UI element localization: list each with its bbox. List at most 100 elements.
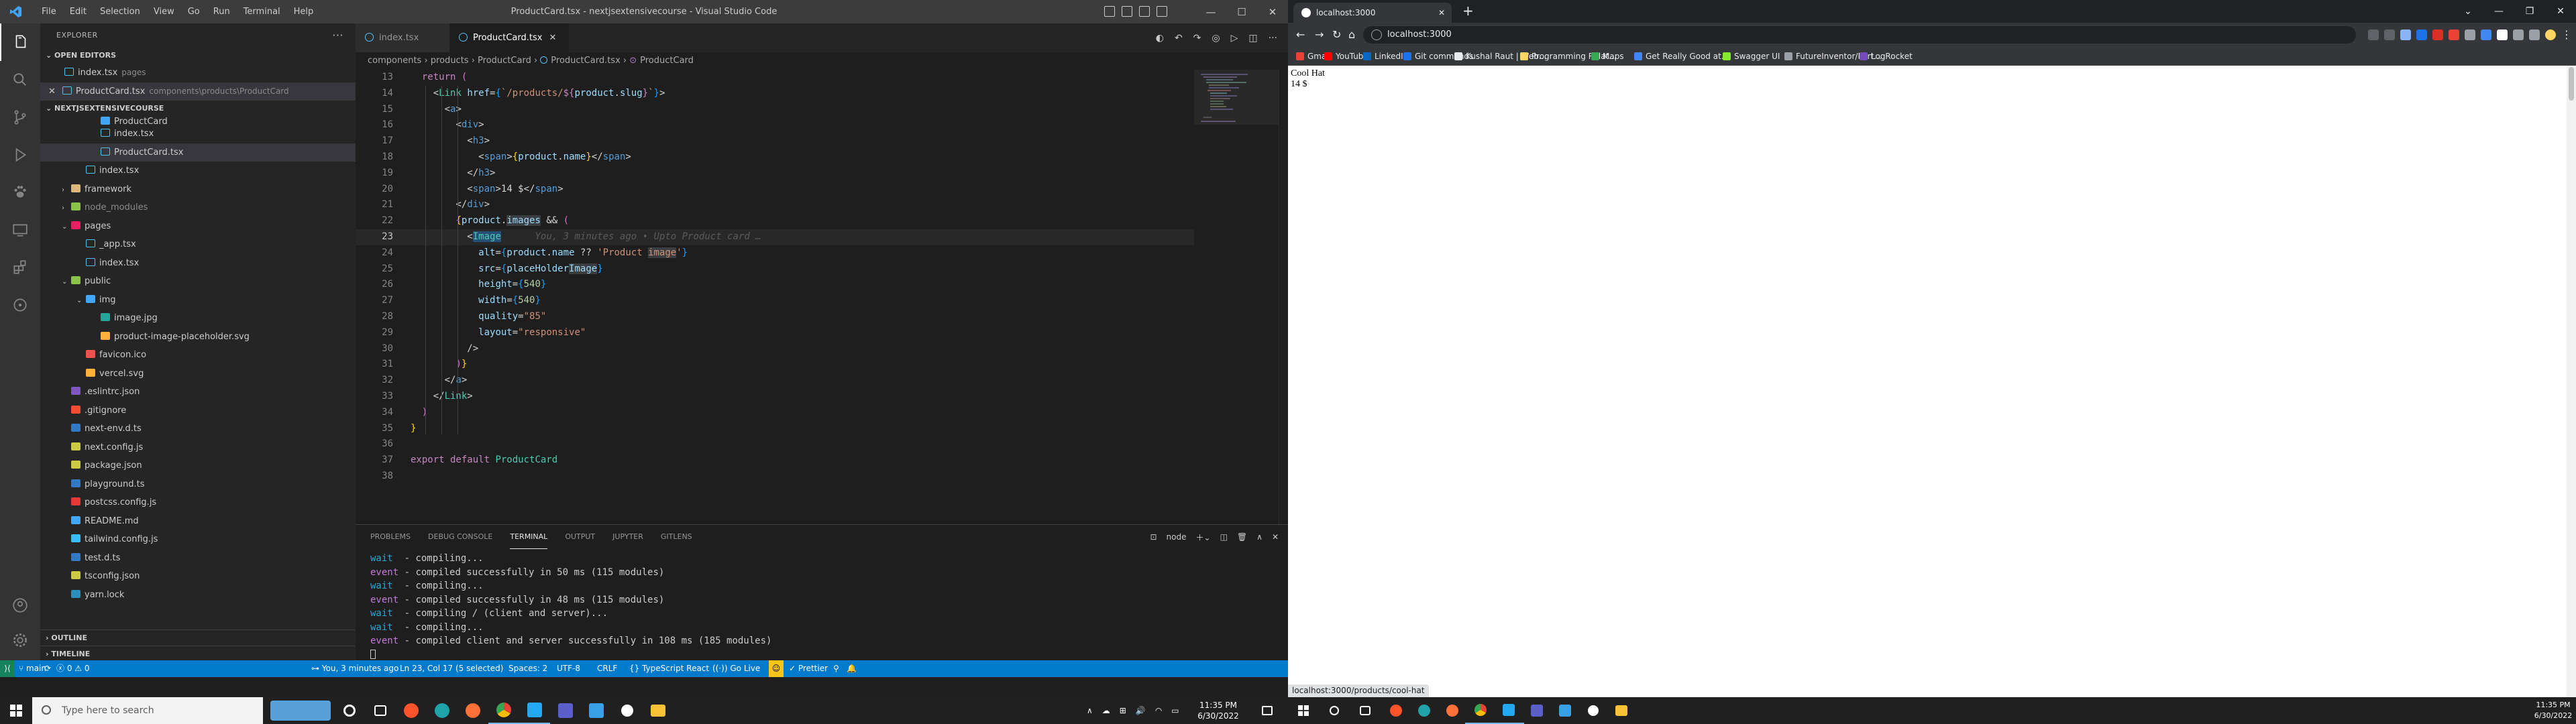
file-tree-item[interactable]: .gitignore (40, 402, 356, 420)
more-actions-icon[interactable]: ··· (1269, 33, 1277, 44)
edge-browser-icon[interactable] (1409, 697, 1440, 724)
chrome-icon[interactable] (488, 697, 519, 724)
file-tree-item[interactable]: README.md (40, 512, 356, 531)
git-blame-status[interactable]: ⊶ You, 3 minutes ago (311, 660, 398, 677)
teams-icon[interactable] (1521, 697, 1552, 724)
open-editor-item[interactable]: index.tsx pages (40, 64, 356, 82)
file-tree-item[interactable]: ProductCard.tsx (40, 143, 356, 162)
split-editor-icon[interactable]: ◫ (1248, 33, 1257, 44)
minimize-icon[interactable]: — (1195, 0, 1226, 23)
code-line[interactable]: 19 </h3> (356, 166, 1194, 182)
problems-status[interactable]: ⓧ 0 ⚠ 0 (56, 660, 90, 677)
file-tree-item[interactable]: package.json (40, 457, 356, 475)
back-icon[interactable]: ← (1296, 23, 1305, 47)
remote-icon[interactable]: ⟩⟨ (0, 660, 15, 677)
maximize-panel-icon[interactable]: ∧ (1256, 532, 1263, 542)
settings-gear-icon[interactable] (0, 621, 40, 659)
code-line[interactable]: 28 quality="85" (356, 309, 1194, 325)
tab-search-icon[interactable]: ⌄ (2453, 0, 2483, 23)
brave-browser-icon[interactable] (396, 697, 427, 724)
code-line[interactable]: 18 <span>{product.name}</span> (356, 149, 1194, 166)
search-highlight-image[interactable] (267, 697, 334, 724)
file-tree-item[interactable]: favicon.ico (40, 346, 356, 365)
task-view-icon[interactable] (1350, 697, 1381, 724)
windows-start-icon[interactable] (0, 697, 32, 724)
branch-status[interactable]: ⑂ main (19, 660, 46, 677)
file-tree-item[interactable]: yarn.lock (40, 586, 356, 605)
bookmark-star-icon[interactable] (2400, 29, 2411, 40)
close-icon[interactable]: ✕ (2545, 0, 2576, 23)
extension-3-icon[interactable] (2449, 29, 2459, 40)
profile-avatar[interactable] (2545, 29, 2556, 40)
terminal-output[interactable]: wait - compiling... event - compiled succ… (370, 552, 771, 662)
code-line[interactable]: 27 width={540} (356, 293, 1194, 309)
code-line[interactable]: 20 <span>14 $</span> (356, 182, 1194, 198)
minimap[interactable] (1194, 70, 1279, 524)
extension-6-icon[interactable] (2497, 29, 2508, 40)
toggle-sidebar-icon[interactable] (1104, 6, 1115, 17)
outline-header[interactable]: › OUTLINE (40, 630, 356, 646)
paw-extension-icon[interactable] (0, 174, 40, 211)
file-tree-item[interactable]: tailwind.config.js (40, 530, 356, 549)
prettier-status[interactable]: ✓ Prettier (789, 660, 828, 677)
code-line[interactable]: 26 height={540} (356, 277, 1194, 293)
bookmark-item[interactable]: Maps (1591, 47, 1624, 66)
onedrive-icon[interactable]: ☁ (1102, 697, 1110, 724)
forward-icon[interactable]: → (1315, 23, 1324, 47)
code-line[interactable]: 29 layout="responsive" (356, 325, 1194, 341)
explorer-icon[interactable] (0, 23, 40, 61)
volume-icon[interactable]: 🔊 (1136, 697, 1146, 724)
code-line[interactable]: 16 <div> (356, 117, 1194, 133)
menu-item-selection[interactable]: Selection (93, 7, 147, 17)
extension-1-icon[interactable] (2416, 29, 2427, 40)
previous-change-icon[interactable]: ↶ (1175, 33, 1183, 44)
settings-gear-icon[interactable] (1578, 697, 1609, 724)
line-ending[interactable]: CRLF (597, 660, 617, 677)
bookmark-item[interactable]: LinkedIn (1363, 47, 1408, 66)
product-name-link[interactable]: Cool Hat (1291, 68, 1325, 79)
toggle-panel-icon[interactable] (1122, 6, 1132, 17)
go-live-button[interactable]: ((·)) Go Live (712, 660, 760, 677)
outline-section[interactable]: › OUTLINE (40, 629, 356, 646)
compare-changes-icon[interactable]: ◐ (1156, 33, 1164, 44)
file-explorer-icon[interactable] (1606, 697, 1637, 724)
vscode-taskbar-icon[interactable] (519, 697, 550, 724)
file-tree-item[interactable]: vercel.svg (40, 365, 356, 383)
run-debug-icon[interactable] (0, 136, 40, 174)
more-actions-icon[interactable]: ··· (332, 23, 343, 48)
site-info-icon[interactable] (1371, 29, 1382, 40)
close-icon[interactable]: ✕ (1257, 0, 1288, 23)
remote-explorer-icon[interactable] (0, 211, 40, 249)
code-line[interactable]: 25 src={placeHolderImage} (356, 261, 1194, 278)
code-line[interactable]: 35} (356, 421, 1194, 437)
vscode-insiders-icon[interactable] (581, 697, 612, 724)
code-line[interactable]: 23 <Image You, 3 minutes ago • Upto Prod… (356, 229, 1194, 245)
close-panel-icon[interactable]: ✕ (1272, 532, 1279, 542)
task-view-icon[interactable] (365, 697, 396, 724)
code-line[interactable]: 36 (356, 436, 1194, 452)
tab-gitlens[interactable]: GITLENS (661, 525, 692, 549)
file-tree-item[interactable]: ⌄ img (40, 291, 356, 310)
breadcrumb-item[interactable]: ProductCard (640, 56, 694, 66)
source-control-icon[interactable] (0, 99, 40, 136)
copilot-icon[interactable]: ☺ (769, 660, 784, 677)
share-icon[interactable] (2384, 29, 2395, 40)
restore-icon[interactable]: ❐ (2514, 0, 2545, 23)
menu-item-run[interactable]: Run (207, 7, 237, 17)
code-line[interactable]: 32 </a> (356, 373, 1194, 389)
next-change-icon[interactable]: ↷ (1193, 33, 1201, 44)
file-tree-item[interactable]: next-env.d.ts (40, 420, 356, 438)
file-tree-item[interactable]: test.d.ts (40, 549, 356, 568)
file-tree-item[interactable]: index.tsx (40, 125, 356, 143)
code-line[interactable]: 14 <Link href={`/products/${product.slug… (356, 86, 1194, 102)
terminal-cursor[interactable] (370, 648, 771, 662)
minimize-icon[interactable]: — (2483, 0, 2514, 23)
brave-browser-icon[interactable] (1381, 697, 1411, 724)
code-editor[interactable]: 13 return (14 <Link href={`/products/${p… (356, 70, 1194, 524)
extension-5-icon[interactable] (2481, 29, 2491, 40)
file-tree-item[interactable]: ⌄ pages (40, 217, 356, 236)
zoom-icon[interactable] (2368, 29, 2379, 40)
bookmark-item[interactable]: Swagger UI (1723, 47, 1780, 66)
code-line[interactable]: 37 export default ProductCard (356, 452, 1194, 469)
run-icon[interactable]: ▷ (1231, 33, 1238, 44)
